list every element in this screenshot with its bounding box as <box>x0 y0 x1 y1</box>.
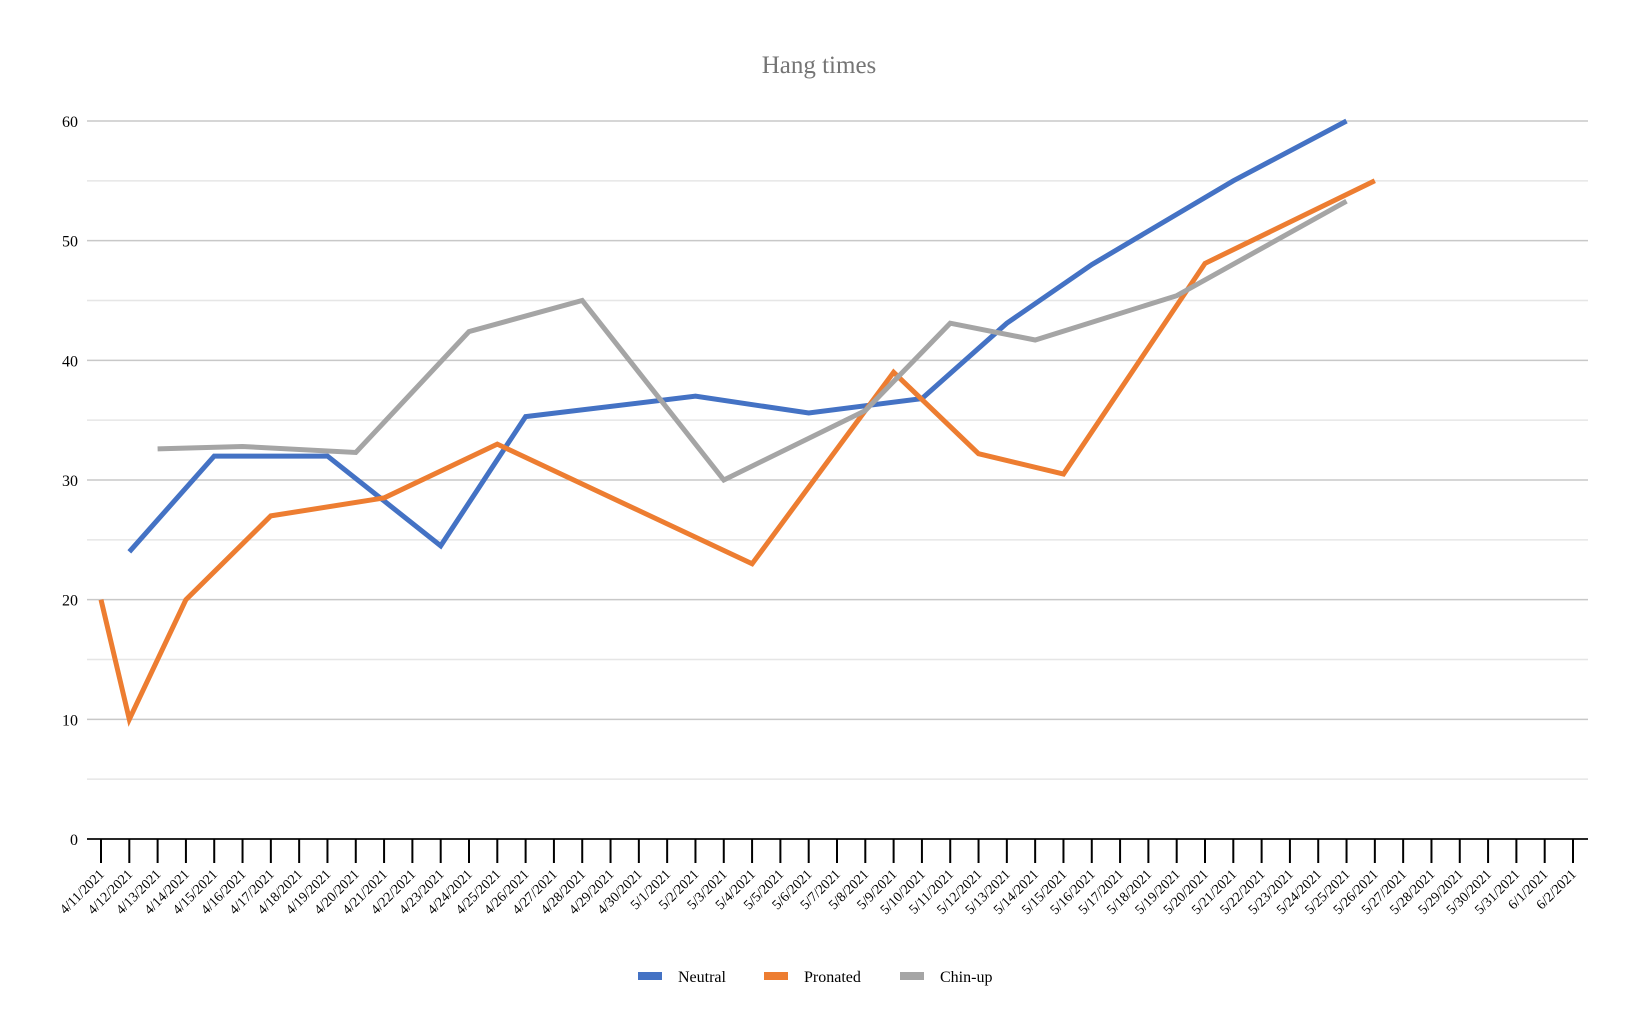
legend-swatch <box>638 972 662 980</box>
x-axis: 4/11/20214/12/20214/13/20214/14/20214/15… <box>57 838 1588 918</box>
legend-label: Chin-up <box>940 969 992 986</box>
legend-label: Pronated <box>804 969 861 986</box>
line-chart: Hang times 0 10 20 30 40 50 60 4/11/20214/12/2… <box>57 52 1588 986</box>
legend: Neutral Pronated Chin-up <box>638 969 992 986</box>
y-tick-label: 20 <box>62 593 78 610</box>
legend-label: Neutral <box>678 969 727 986</box>
y-tick-label: 50 <box>62 234 78 251</box>
y-axis: 0 10 20 30 40 50 60 <box>62 114 78 849</box>
y-tick-label: 40 <box>62 353 78 370</box>
chart-title: Hang times <box>762 52 877 79</box>
legend-swatch <box>900 972 924 980</box>
y-tick-label: 60 <box>62 114 78 131</box>
y-tick-label: 0 <box>70 832 78 849</box>
y-tick-label: 10 <box>62 712 78 729</box>
series-line-neutral <box>127 118 1348 554</box>
series-line-chin-up <box>157 199 1348 484</box>
y-tick-label: 30 <box>62 473 78 490</box>
legend-swatch <box>764 972 788 980</box>
